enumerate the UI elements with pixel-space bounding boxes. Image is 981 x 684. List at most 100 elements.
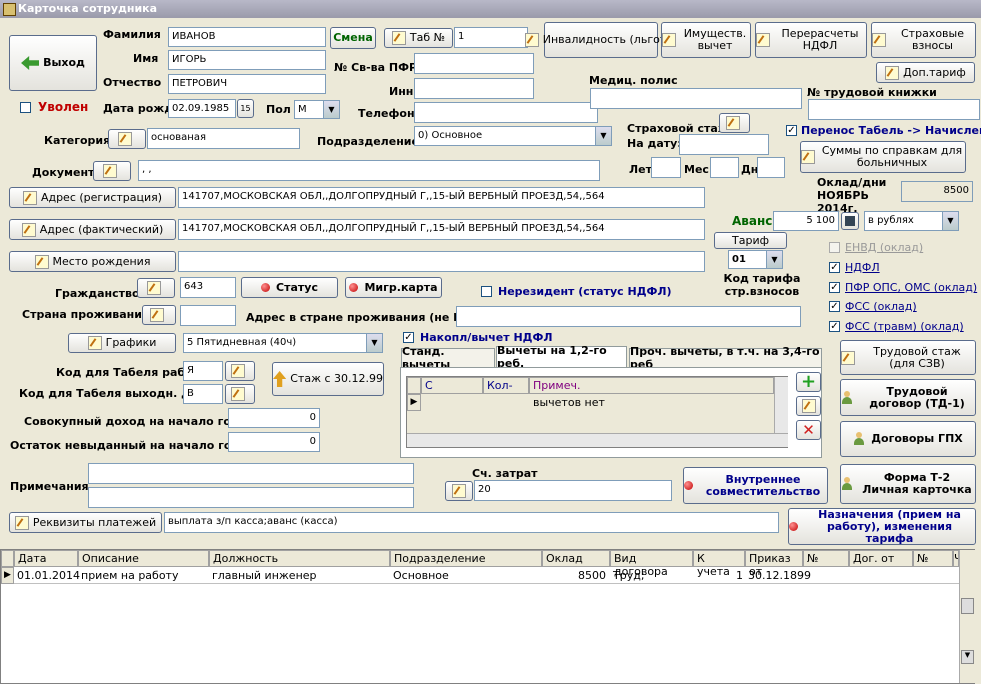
fss-travm-checkbox[interactable]: ✓ (829, 321, 840, 332)
scroll-down-arrow-icon[interactable]: ▼ (961, 650, 974, 664)
calendar-icon[interactable]: 15 (237, 99, 254, 118)
last-name-input[interactable]: ИВАНОВ (168, 27, 326, 47)
tab-number-input[interactable]: 1 (454, 27, 528, 48)
table-cell: главный инженер (212, 569, 317, 582)
work-book-input[interactable] (808, 99, 980, 120)
payment-details-button[interactable]: Реквизиты платежей (9, 512, 162, 533)
phone-input[interactable] (414, 102, 598, 123)
unpaid-input[interactable]: 0 (228, 432, 320, 452)
category-input[interactable]: основаная (147, 128, 300, 149)
nonresident-checkbox[interactable] (481, 286, 492, 297)
schedule-select[interactable]: 5 Пятидневная (40ч) ▼ (183, 333, 383, 353)
table-row[interactable]: вычетов нет (421, 394, 774, 411)
addr-fact-button[interactable]: Адрес (фактический) (9, 219, 176, 240)
document-input[interactable]: , , (138, 160, 600, 181)
payment-details-input[interactable]: выплата з/п касса;аванс (касса) (164, 512, 779, 533)
sums-button[interactable]: Суммы по справкам для больничных (800, 141, 966, 173)
t2-button[interactable]: Форма Т-2 Личная карточка (840, 464, 976, 504)
row-pointer-icon: ▶ (1, 567, 14, 584)
advance-mode-select[interactable]: в рублях ▼ (864, 211, 959, 231)
work-day-code-edit-button[interactable] (225, 361, 255, 381)
cost-account-edit-button[interactable] (445, 481, 473, 501)
assignments-button[interactable]: Назначения (прием на работу), изменения … (788, 508, 976, 545)
country-edit-button[interactable] (142, 305, 176, 325)
total-income-input[interactable]: 0 (228, 408, 320, 428)
med-policy-input[interactable] (590, 88, 802, 109)
tab-number-button[interactable]: Таб № (384, 28, 453, 48)
property-deduction-button[interactable]: Имуществ. вычет (661, 22, 751, 58)
ndfl-checkbox[interactable]: ✓ (829, 262, 840, 273)
addr-reg-button[interactable]: Адрес (регистрация) (9, 187, 176, 208)
citizenship-edit-button[interactable] (137, 278, 175, 298)
insurance-button[interactable]: Страховые взносы (871, 22, 976, 58)
off-day-code-edit-button[interactable] (225, 384, 255, 404)
sex-select[interactable]: М ▼ (294, 100, 340, 119)
vertical-scrollbar[interactable] (774, 377, 788, 433)
cost-account-input[interactable]: 20 (474, 480, 672, 501)
trud-stazh-button[interactable]: Трудовой стаж (для СЗВ) (840, 340, 976, 375)
on-date-label: На дату: (627, 137, 682, 150)
edit-row-button[interactable] (796, 396, 821, 416)
td1-button[interactable]: Трудовой договор (ТД-1) (840, 379, 976, 416)
notes-input-2[interactable] (88, 487, 414, 508)
days-input[interactable] (757, 157, 785, 178)
table-cell: 8500 (578, 569, 606, 582)
country-label: Страна проживания (22, 308, 150, 321)
internal-combination-button[interactable]: Внутреннее совместительство (683, 467, 828, 504)
exit-button[interactable]: Выход (9, 35, 97, 91)
fss-checkbox[interactable]: ✓ (829, 301, 840, 312)
tab-std-deductions[interactable]: Станд. вычеты (401, 345, 495, 371)
stazh-button[interactable]: Стаж с 30.12.99 (272, 362, 384, 396)
disability-button[interactable]: Инвалидность (льгота) (524, 22, 677, 58)
pfr-input[interactable] (414, 53, 534, 74)
ndfl-acc-checkbox[interactable]: ✓ (403, 332, 414, 343)
birth-date-input[interactable]: 02.09.1985 (168, 99, 236, 118)
fired-label: Уволен (38, 100, 89, 114)
transfer-checkbox[interactable]: ✓ (786, 125, 797, 136)
schedules-button[interactable]: Графики (68, 333, 176, 353)
citizenship-input[interactable]: 643 (180, 277, 236, 298)
months-input[interactable] (710, 157, 739, 178)
horizontal-scrollbar[interactable] (407, 433, 788, 447)
migr-card-button[interactable]: Мигр.карта (345, 277, 442, 298)
category-edit-button[interactable] (108, 129, 146, 149)
vertical-scrollbar[interactable]: ▼ (959, 550, 975, 683)
country-input[interactable] (180, 305, 236, 326)
status-button[interactable]: Статус (241, 277, 338, 298)
dop-tarif-button[interactable]: Доп.тариф (876, 62, 975, 83)
addr-reg-input[interactable]: 141707,МОСКОВСКАЯ ОБЛ,,ДОЛГОПРУДНЫЙ Г,,1… (178, 187, 705, 208)
ins-stazh-edit-button[interactable] (719, 113, 750, 133)
birthplace-input[interactable] (178, 251, 705, 272)
recalc-ndfl-button[interactable]: Перерасчеты НДФЛ (755, 22, 867, 58)
foreign-addr-input[interactable] (456, 306, 801, 327)
delete-icon[interactable]: ✕ (796, 420, 821, 440)
addr-fact-input[interactable]: 141707,МОСКОВСКАЯ ОБЛ,,ДОЛГОПРУДНЫЙ Г,,1… (178, 219, 705, 240)
advance-input[interactable]: 5 100 (773, 211, 839, 231)
scroll-thumb[interactable] (961, 598, 974, 614)
division-select[interactable]: 0) Основное ▼ (414, 126, 612, 146)
smena-button[interactable]: Смена (330, 27, 376, 49)
history-grid: Дата Описание Должность Подразделение Ок… (0, 549, 975, 684)
tarif-code-select[interactable]: 01 ▼ (728, 250, 783, 269)
work-day-code-input[interactable]: Я (183, 361, 223, 381)
birthplace-button[interactable]: Место рождения (9, 251, 176, 272)
calculator-icon[interactable] (841, 212, 859, 230)
fired-checkbox[interactable] (20, 102, 31, 113)
foreign-addr-label: Адрес в стране проживания (не РФ) (246, 311, 478, 324)
envd-checkbox[interactable] (829, 242, 840, 253)
years-input[interactable] (651, 157, 681, 178)
gph-button[interactable]: Договоры ГПХ (840, 421, 976, 457)
table-row[interactable]: 01.01.2014 прием на работу главный инжен… (14, 567, 959, 584)
add-icon[interactable]: + (796, 372, 821, 392)
tarif-button[interactable]: Тариф (714, 232, 787, 249)
pfr-checkbox[interactable]: ✓ (829, 282, 840, 293)
first-name-input[interactable]: ИГОРЬ (168, 50, 326, 70)
document-edit-button[interactable] (93, 161, 131, 181)
tab-child-deductions[interactable]: Вычеты на 1,2-го реб. (496, 344, 627, 370)
off-day-code-input[interactable]: В (183, 384, 223, 404)
notes-input-1[interactable] (88, 463, 414, 484)
tab-other-deductions[interactable]: Проч. вычеты, в т.ч. на 3,4-го реб (629, 345, 822, 371)
inn-input[interactable] (414, 78, 534, 99)
on-date-input[interactable] (679, 134, 769, 155)
middle-name-input[interactable]: ПЕТРОВИЧ (168, 74, 326, 94)
